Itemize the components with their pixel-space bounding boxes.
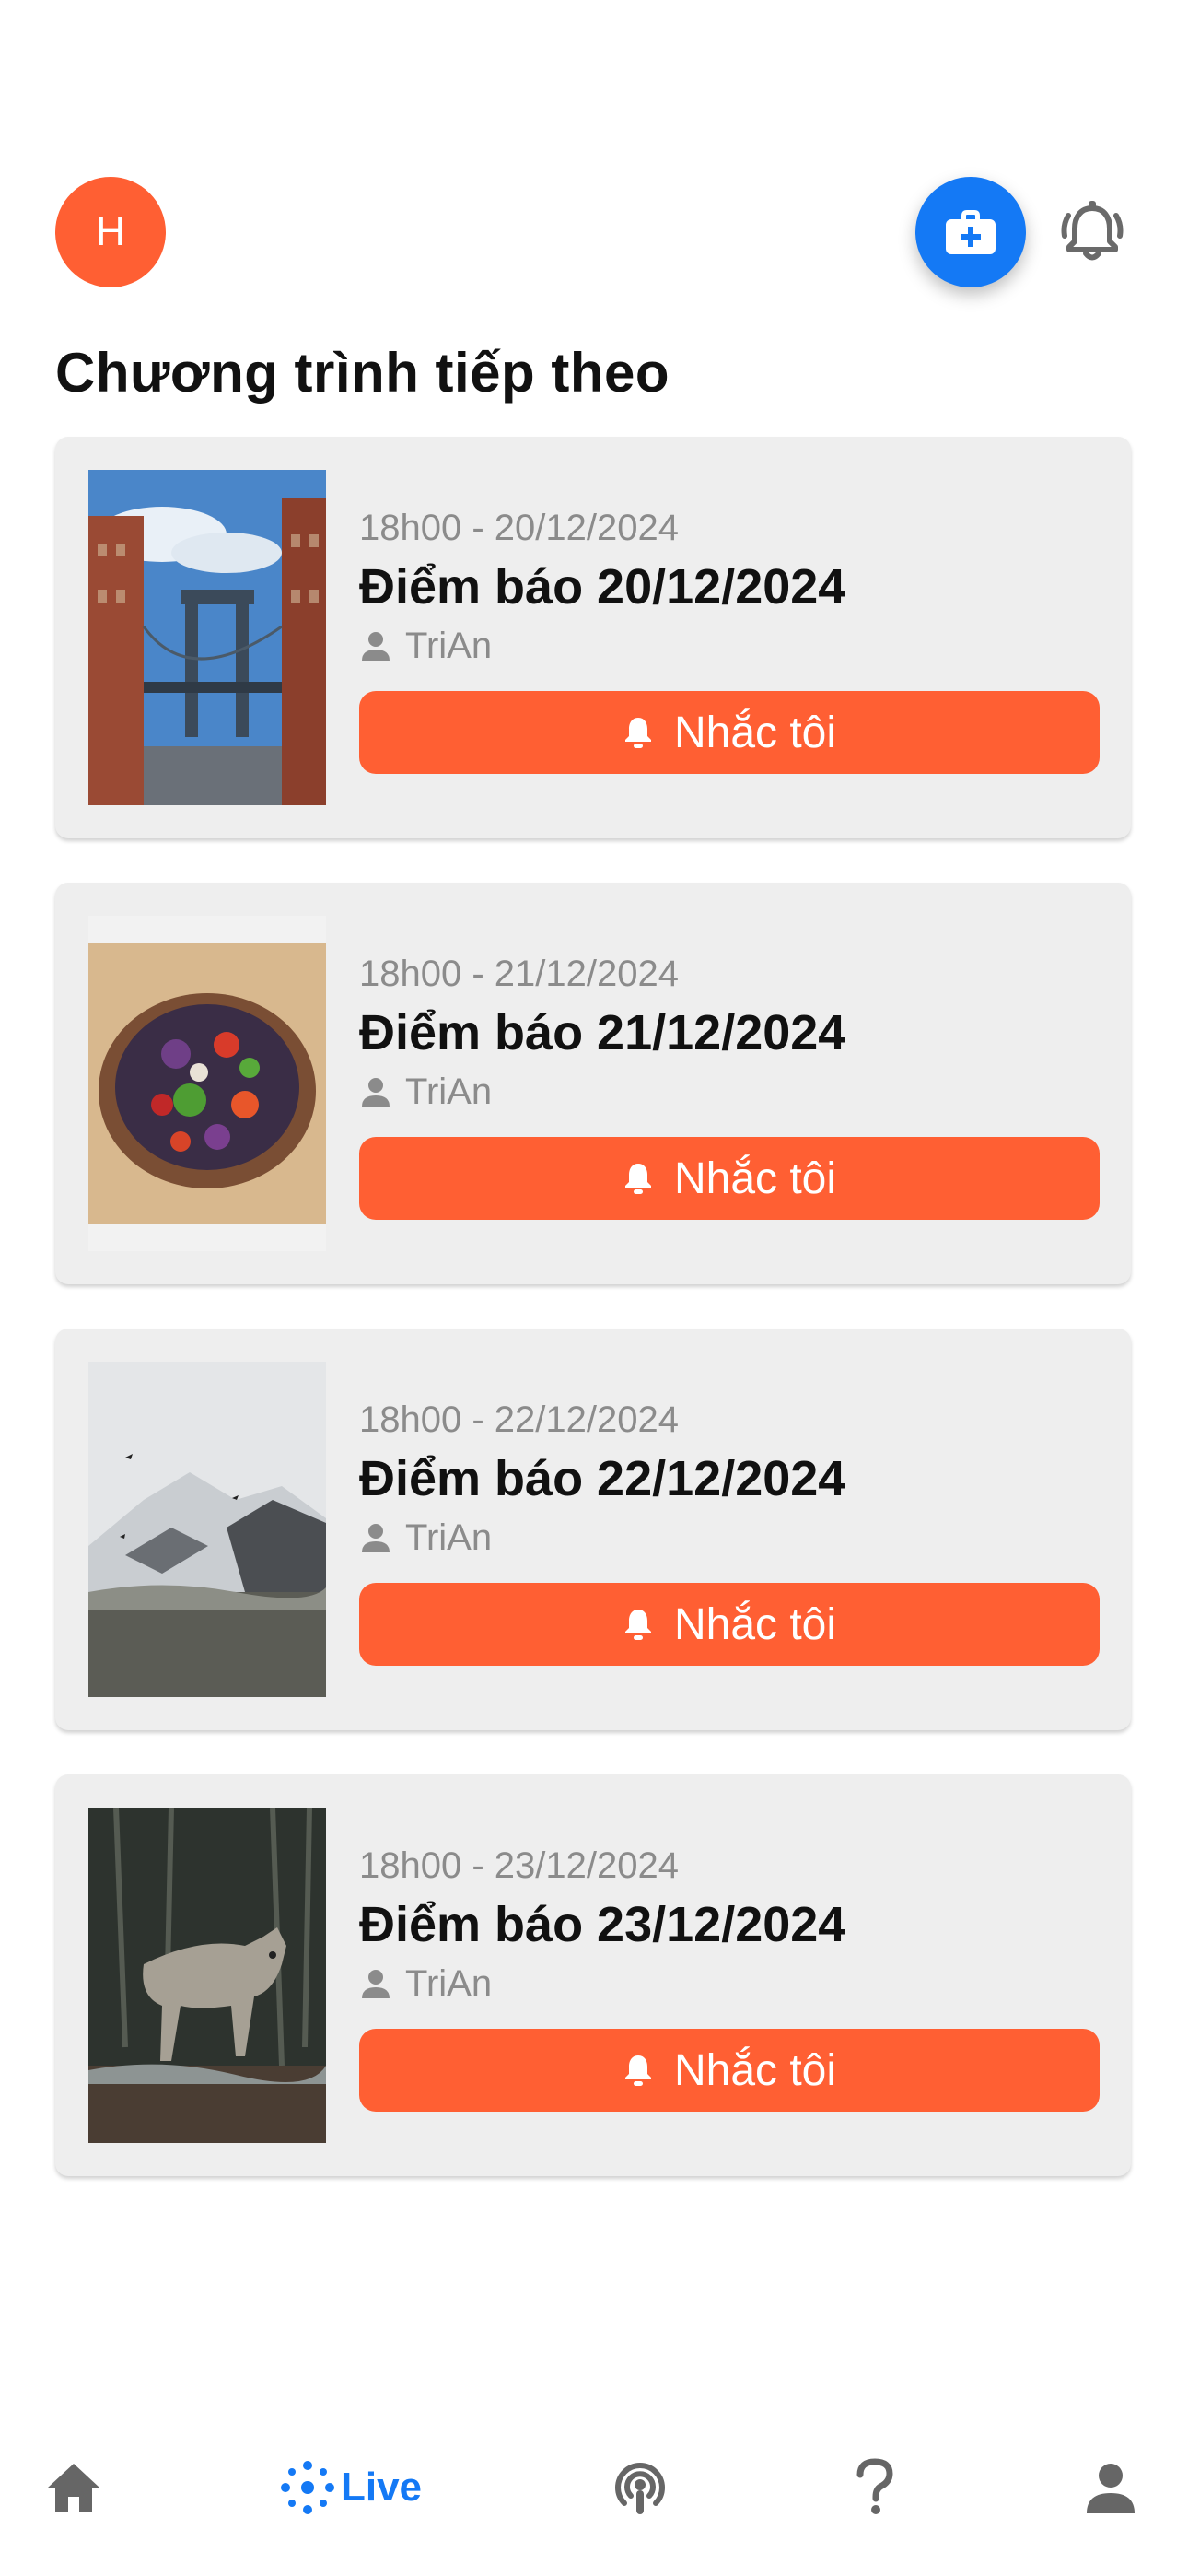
program-time: 18h00 - 21/12/2024 (359, 954, 679, 994)
program-time: 18h00 - 22/12/2024 (359, 1399, 679, 1440)
person-icon (1087, 2464, 1135, 2513)
tab-home[interactable] (37, 2451, 111, 2524)
program-author: TriAn (359, 1513, 1096, 1563)
notifications-button[interactable] (1055, 195, 1129, 269)
person-icon (362, 632, 390, 661)
person-icon (362, 1524, 390, 1552)
program-info: 18h00 - 23/12/2024 Điểm báo 23/12/2024 T… (359, 1841, 1096, 2008)
program-thumbnail (88, 1362, 326, 1697)
program-author: TriAn (359, 1067, 1096, 1117)
program-title: Điểm báo 23/12/2024 (359, 1897, 846, 1952)
remind-label: Nhắc tôi (673, 2045, 837, 2095)
author-name: TriAn (405, 1071, 493, 1112)
program-thumbnail (88, 470, 326, 805)
page-title: Chương trình tiếp theo (55, 342, 670, 404)
bell-icon (624, 1164, 651, 1194)
person-icon (362, 1078, 390, 1107)
author-name: TriAn (405, 1962, 493, 2004)
remind-label: Nhắc tôi (673, 1599, 837, 1649)
tab-live[interactable]: Live (276, 2451, 424, 2524)
tab-help[interactable] (838, 2451, 912, 2524)
avatar-initial: H (96, 209, 125, 254)
program-title: Điểm báo 20/12/2024 (359, 559, 846, 615)
bottom-tab-bar: Live (0, 2432, 1188, 2543)
program-time: 18h00 - 20/12/2024 (359, 508, 679, 548)
program-thumbnail (88, 1808, 326, 2143)
home-icon (48, 2464, 99, 2512)
avatar[interactable]: H (55, 177, 166, 287)
live-icon (280, 2461, 334, 2514)
program-card[interactable]: 18h00 - 21/12/2024 Điểm báo 21/12/2024 T… (55, 883, 1131, 1284)
tab-profile[interactable] (1074, 2451, 1147, 2524)
author-name: TriAn (405, 625, 493, 666)
program-author: TriAn (359, 621, 1096, 671)
program-title: Điểm báo 21/12/2024 (359, 1005, 846, 1060)
person-icon (362, 1970, 390, 1998)
program-card[interactable]: 18h00 - 22/12/2024 Điểm báo 22/12/2024 T… (55, 1329, 1131, 1730)
program-author: TriAn (359, 1959, 1096, 2008)
program-card[interactable]: 18h00 - 20/12/2024 Điểm báo 20/12/2024 T… (55, 437, 1131, 838)
author-name: TriAn (405, 1516, 493, 1558)
program-list: 18h00 - 20/12/2024 Điểm báo 20/12/2024 T… (55, 437, 1131, 2220)
program-info: 18h00 - 20/12/2024 Điểm báo 20/12/2024 T… (359, 503, 1096, 671)
program-thumbnail (88, 916, 326, 1251)
program-title: Điểm báo 22/12/2024 (359, 1451, 846, 1506)
remind-me-button[interactable]: Nhắc tôi (359, 1583, 1100, 1666)
tab-podcast[interactable] (603, 2451, 677, 2524)
bell-outline-icon (1061, 201, 1124, 261)
program-time: 18h00 - 23/12/2024 (359, 1845, 679, 1886)
bell-icon (624, 2055, 651, 2086)
bell-icon (624, 718, 651, 748)
program-info: 18h00 - 22/12/2024 Điểm báo 22/12/2024 T… (359, 1395, 1096, 1563)
remind-label: Nhắc tôi (673, 1153, 837, 1203)
program-info: 18h00 - 21/12/2024 Điểm báo 21/12/2024 T… (359, 949, 1096, 1117)
app-header: H (0, 0, 1188, 304)
program-card[interactable]: 18h00 - 23/12/2024 Điểm báo 23/12/2024 T… (55, 1774, 1131, 2176)
tab-live-label: Live (340, 2465, 423, 2510)
bell-icon (624, 1610, 651, 1640)
remind-label: Nhắc tôi (673, 708, 837, 757)
create-program-button[interactable] (915, 177, 1026, 287)
remind-me-button[interactable]: Nhắc tôi (359, 1137, 1100, 1220)
podcast-icon (615, 2463, 665, 2514)
remind-me-button[interactable]: Nhắc tôi (359, 691, 1100, 774)
remind-me-button[interactable]: Nhắc tôi (359, 2029, 1100, 2112)
question-icon (856, 2458, 893, 2514)
briefcase-plus-icon (946, 210, 996, 254)
